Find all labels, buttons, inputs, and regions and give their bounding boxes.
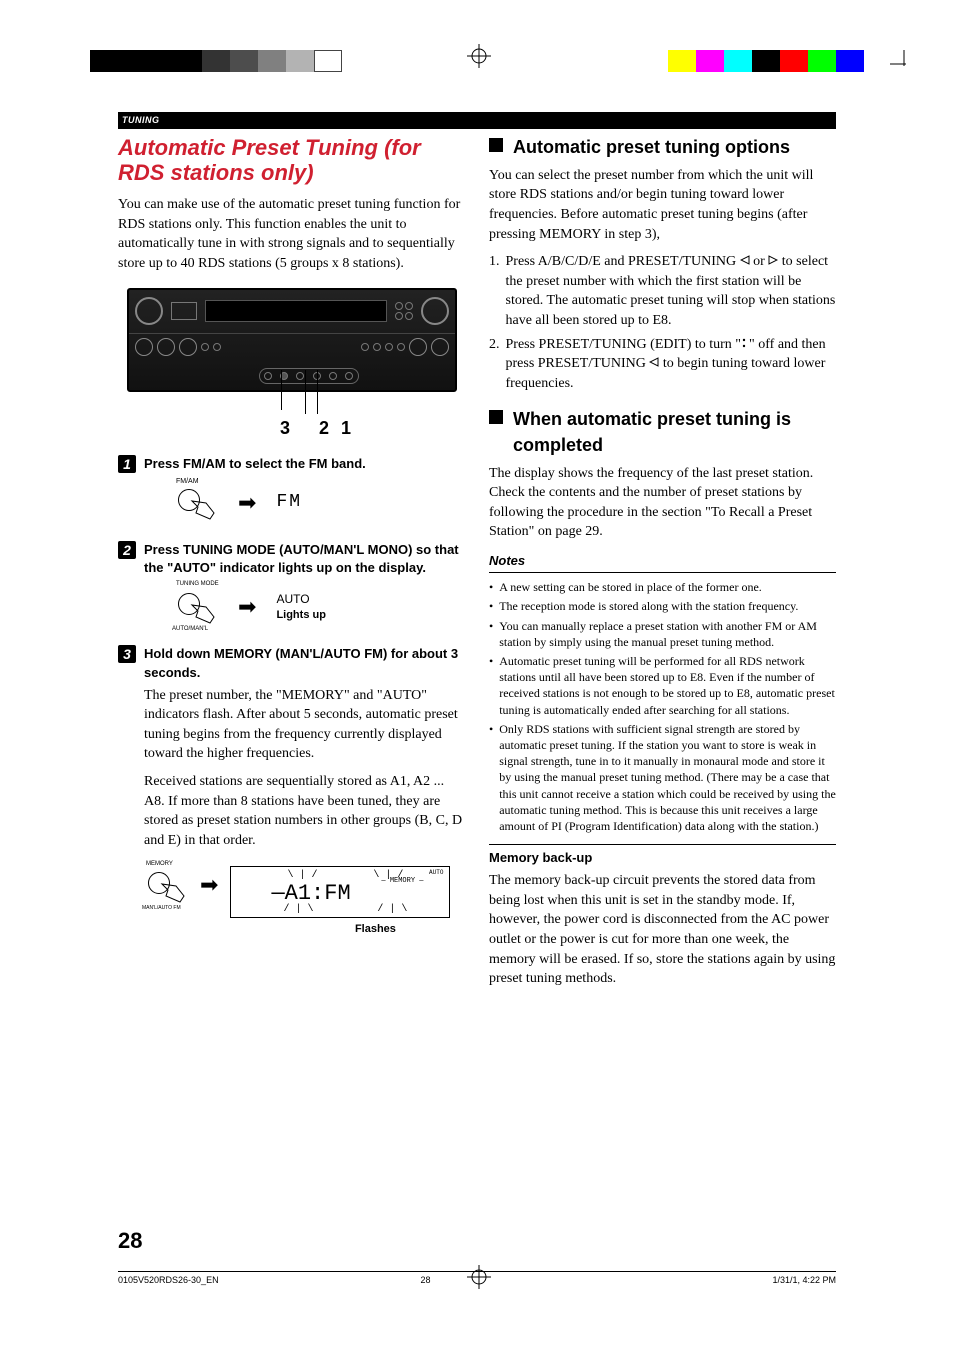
options-list: 1.Press A/B/C/D/E and PRESET/TUNING or t… bbox=[489, 252, 836, 393]
list-item: 1.Press A/B/C/D/E and PRESET/TUNING or t… bbox=[489, 252, 836, 330]
notes-list: A new setting can be stored in place of … bbox=[489, 579, 836, 834]
lcd-caption: Lights up bbox=[276, 608, 326, 623]
crop-mark-icon bbox=[890, 50, 918, 85]
arrow-right-icon: ➡ bbox=[200, 874, 218, 896]
triangle-left-icon bbox=[649, 357, 659, 367]
subheading-completed: When automatic preset tuning is complete… bbox=[489, 407, 836, 457]
list-item: A new setting can be stored in place of … bbox=[489, 579, 836, 595]
colon-glyph-icon bbox=[741, 338, 749, 348]
step-number: 3 bbox=[118, 645, 136, 663]
step-body: The preset number, the "MEMORY" and "AUT… bbox=[144, 686, 465, 764]
list-item: Only RDS stations with sufficient signal… bbox=[489, 721, 836, 834]
memory-backup-heading: Memory back-up bbox=[489, 844, 836, 867]
footer-filename: 0105V520RDS26-30_EN bbox=[118, 1274, 219, 1287]
completed-paragraph: The display shows the frequency of the l… bbox=[489, 464, 836, 542]
lcd-display: FM bbox=[276, 490, 302, 515]
color-bar bbox=[668, 50, 864, 72]
notes-heading: Notes bbox=[489, 552, 836, 573]
left-column: Automatic Preset Tuning (for RDS station… bbox=[118, 135, 465, 997]
step-body-2: Received stations are sequentially store… bbox=[144, 772, 465, 850]
section-title: Automatic Preset Tuning (for RDS station… bbox=[118, 135, 465, 186]
triangle-left-icon bbox=[740, 255, 750, 265]
registration-cross-icon bbox=[467, 44, 491, 75]
intro-paragraph: You can make use of the automatic preset… bbox=[118, 195, 465, 273]
list-item: 2.Press PRESET/TUNING (EDIT) to turn "" … bbox=[489, 335, 836, 394]
tuning-mode-button-icon: TUNING MODE AUTO/MAN'L bbox=[174, 587, 218, 627]
arrow-right-icon: ➡ bbox=[238, 492, 256, 514]
triangle-right-icon bbox=[768, 255, 778, 265]
step-1: 1 Press FM/AM to select the FM band. FM/… bbox=[118, 455, 465, 527]
memory-button-icon: MEMORY MAN'L/AUTO FM bbox=[144, 866, 188, 906]
step-2: 2 Press TUNING MODE (AUTO/MAN'L MONO) so… bbox=[118, 541, 465, 631]
options-intro: You can select the preset number from wh… bbox=[489, 166, 836, 244]
step-title: Press TUNING MODE (AUTO/MAN'L MONO) so t… bbox=[144, 541, 465, 577]
registration-cross-icon bbox=[467, 1265, 491, 1296]
right-column: Automatic preset tuning options You can … bbox=[489, 135, 836, 997]
chapter-header: TUNING bbox=[118, 112, 836, 129]
step-number: 1 bbox=[118, 455, 136, 473]
lcd-display: AUTO bbox=[276, 591, 326, 608]
subheading-options: Automatic preset tuning options bbox=[489, 135, 836, 160]
list-item: You can manually replace a preset statio… bbox=[489, 618, 836, 650]
footer-pagenum: 28 bbox=[421, 1274, 571, 1287]
page-number: 28 bbox=[118, 1226, 142, 1257]
step-3: 3 Hold down MEMORY (MAN'L/AUTO FM) for a… bbox=[118, 645, 465, 938]
memory-backup-paragraph: The memory back-up circuit prevents the … bbox=[489, 871, 836, 989]
printer-registration-marks bbox=[0, 50, 954, 80]
step-title: Press FM/AM to select the FM band. bbox=[144, 455, 465, 473]
lcd-display-box: \ | / \ | / / | \ / | \ AUTO — MEMORY — … bbox=[230, 866, 450, 918]
list-item: Automatic preset tuning will be performe… bbox=[489, 653, 836, 718]
flash-caption: Flashes bbox=[300, 922, 450, 937]
grayscale-bar bbox=[90, 50, 342, 72]
callout-numbers: 3 21 bbox=[127, 416, 457, 441]
fm-am-button-icon: FM/AM bbox=[174, 483, 218, 523]
step-title: Hold down MEMORY (MAN'L/AUTO FM) for abo… bbox=[144, 645, 465, 681]
arrow-right-icon: ➡ bbox=[238, 596, 256, 618]
footer-timestamp: 1/31/1, 4:22 PM bbox=[772, 1274, 836, 1287]
step-number: 2 bbox=[118, 541, 136, 559]
device-illustration: 3 21 bbox=[127, 288, 457, 441]
list-item: The reception mode is stored along with … bbox=[489, 598, 836, 614]
page-content: TUNING Automatic Preset Tuning (for RDS … bbox=[118, 112, 836, 997]
